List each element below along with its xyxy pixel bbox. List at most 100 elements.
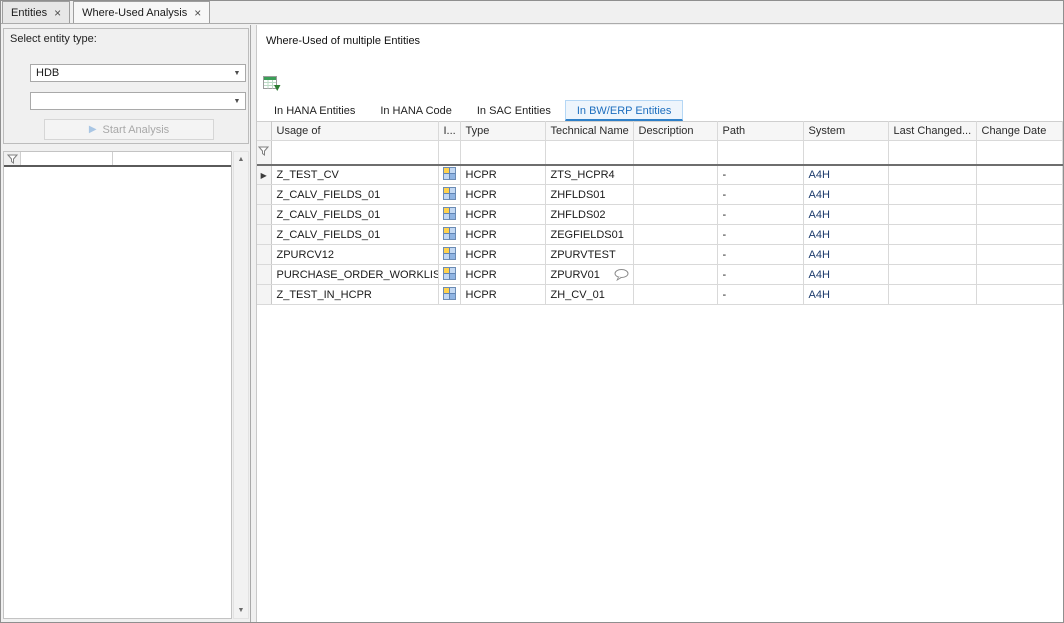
cell-system[interactable]: A4H (803, 165, 888, 185)
comment-icon[interactable] (614, 269, 629, 284)
cell-type[interactable]: HCPR (460, 185, 545, 205)
cell-last-changed[interactable] (888, 285, 976, 305)
cell-technical-name[interactable]: ZHFLDS01 (545, 185, 633, 205)
close-icon[interactable]: × (194, 7, 201, 19)
cell-usage-of[interactable]: ZPURCV12 (271, 245, 438, 265)
cell-type[interactable]: HCPR (460, 225, 545, 245)
cell-last-changed[interactable] (888, 265, 976, 285)
col-path[interactable]: Path (717, 122, 803, 141)
scroll-down-icon[interactable]: ▼ (234, 603, 248, 618)
filter-cell[interactable] (803, 141, 888, 165)
tab-in-hana-entities[interactable]: In HANA Entities (263, 101, 366, 121)
scroll-up-icon[interactable]: ▲ (234, 152, 248, 167)
cell-description[interactable] (633, 285, 717, 305)
cell-type[interactable]: HCPR (460, 265, 545, 285)
cell-change-date[interactable] (976, 225, 1063, 245)
entity-list-body[interactable] (4, 167, 231, 616)
filter-cell[interactable] (888, 141, 976, 165)
cell-description[interactable] (633, 245, 717, 265)
cell-system[interactable]: A4H (803, 245, 888, 265)
col-icon[interactable]: I... (438, 122, 460, 141)
cell-usage-of[interactable]: PURCHASE_ORDER_WORKLIST (271, 265, 438, 285)
table-row[interactable]: Z_CALV_FIELDS_01 HCPR ZHFLDS02 - A4H (257, 205, 1063, 225)
cell-usage-of[interactable]: Z_TEST_CV (271, 165, 438, 185)
cell-type[interactable]: HCPR (460, 205, 545, 225)
filter-cell[interactable] (545, 141, 633, 165)
cell-technical-name[interactable]: ZTS_HCPR4 (545, 165, 633, 185)
cell-system[interactable]: A4H (803, 265, 888, 285)
cell-usage-of[interactable]: Z_CALV_FIELDS_01 (271, 205, 438, 225)
entity-list-column-header[interactable] (113, 152, 231, 165)
cell-path[interactable]: - (717, 205, 803, 225)
cell-change-date[interactable] (976, 165, 1063, 185)
tab-in-sac-entities[interactable]: In SAC Entities (466, 101, 562, 121)
cell-usage-of[interactable]: Z_CALV_FIELDS_01 (271, 185, 438, 205)
cell-change-date[interactable] (976, 185, 1063, 205)
cell-technical-name[interactable]: ZH_CV_01 (545, 285, 633, 305)
filter-cell[interactable] (976, 141, 1063, 165)
cell-change-date[interactable] (976, 285, 1063, 305)
table-row[interactable]: Z_CALV_FIELDS_01 HCPR ZEGFIELDS01 - A4H (257, 225, 1063, 245)
tab-in-hana-code[interactable]: In HANA Code (369, 101, 463, 121)
cell-system[interactable]: A4H (803, 225, 888, 245)
cell-path[interactable]: - (717, 265, 803, 285)
funnel-icon[interactable] (7, 154, 18, 164)
filter-cell[interactable] (460, 141, 545, 165)
cell-description[interactable] (633, 185, 717, 205)
cell-type[interactable]: HCPR (460, 285, 545, 305)
cell-path[interactable]: - (717, 165, 803, 185)
export-excel-icon[interactable] (263, 76, 281, 92)
cell-system[interactable]: A4H (803, 205, 888, 225)
cell-technical-name[interactable]: ZHFLDS02 (545, 205, 633, 225)
cell-change-date[interactable] (976, 205, 1063, 225)
cell-last-changed[interactable] (888, 165, 976, 185)
cell-last-changed[interactable] (888, 205, 976, 225)
col-type[interactable]: Type (460, 122, 545, 141)
tab-where-used-analysis[interactable]: Where-Used Analysis × (73, 1, 210, 23)
table-row[interactable]: Z_CALV_FIELDS_01 HCPR ZHFLDS01 - A4H (257, 185, 1063, 205)
cell-system[interactable]: A4H (803, 185, 888, 205)
table-row[interactable]: ZPURCV12 HCPR ZPURVTEST - A4H (257, 245, 1063, 265)
cell-change-date[interactable] (976, 245, 1063, 265)
cell-technical-name[interactable]: ZPURVTEST (545, 245, 633, 265)
cell-last-changed[interactable] (888, 185, 976, 205)
cell-description[interactable] (633, 225, 717, 245)
cell-technical-name[interactable]: ZEGFIELDS01 (545, 225, 633, 245)
col-description[interactable]: Description (633, 122, 717, 141)
cell-path[interactable]: - (717, 245, 803, 265)
entity-select[interactable]: ▼ (30, 92, 246, 110)
col-usage-of[interactable]: Usage of (271, 122, 438, 141)
entity-list-column-header[interactable] (21, 152, 113, 165)
close-icon[interactable]: × (54, 7, 61, 19)
col-change-date[interactable]: Change Date (976, 122, 1063, 141)
filter-cell[interactable] (271, 141, 438, 165)
entity-type-select[interactable]: HDB ▼ (30, 64, 246, 82)
filter-cell[interactable] (438, 141, 460, 165)
start-analysis-button[interactable]: ▶ Start Analysis (44, 119, 214, 140)
col-technical-name[interactable]: Technical Name (545, 122, 633, 141)
tab-in-bw-erp-entities[interactable]: In BW/ERP Entities (565, 100, 684, 121)
table-row[interactable]: Z_TEST_IN_HCPR HCPR ZH_CV_01 - A4H (257, 285, 1063, 305)
cell-last-changed[interactable] (888, 245, 976, 265)
cell-last-changed[interactable] (888, 225, 976, 245)
cell-path[interactable]: - (717, 285, 803, 305)
cell-description[interactable] (633, 205, 717, 225)
tab-entities[interactable]: Entities × (2, 1, 70, 23)
filter-cell[interactable] (633, 141, 717, 165)
cell-type[interactable]: HCPR (460, 245, 545, 265)
table-row[interactable]: PURCHASE_ORDER_WORKLIST HCPR ZPURV01 - A… (257, 265, 1063, 285)
cell-usage-of[interactable]: Z_CALV_FIELDS_01 (271, 225, 438, 245)
col-last-changed[interactable]: Last Changed... (888, 122, 976, 141)
table-row[interactable]: ▶ Z_TEST_CV HCPR ZTS_HCPR4 - A4H (257, 165, 1063, 185)
cell-description[interactable] (633, 165, 717, 185)
cell-change-date[interactable] (976, 265, 1063, 285)
col-system[interactable]: System (803, 122, 888, 141)
cell-description[interactable] (633, 265, 717, 285)
filter-cell[interactable] (717, 141, 803, 165)
cell-usage-of[interactable]: Z_TEST_IN_HCPR (271, 285, 438, 305)
cell-path[interactable]: - (717, 185, 803, 205)
left-scrollbar[interactable]: ▲ ▼ (233, 151, 249, 619)
cell-technical-name[interactable]: ZPURV01 (545, 265, 633, 285)
funnel-icon[interactable] (258, 146, 269, 156)
chevron-down-icon[interactable]: ▼ (229, 93, 245, 109)
